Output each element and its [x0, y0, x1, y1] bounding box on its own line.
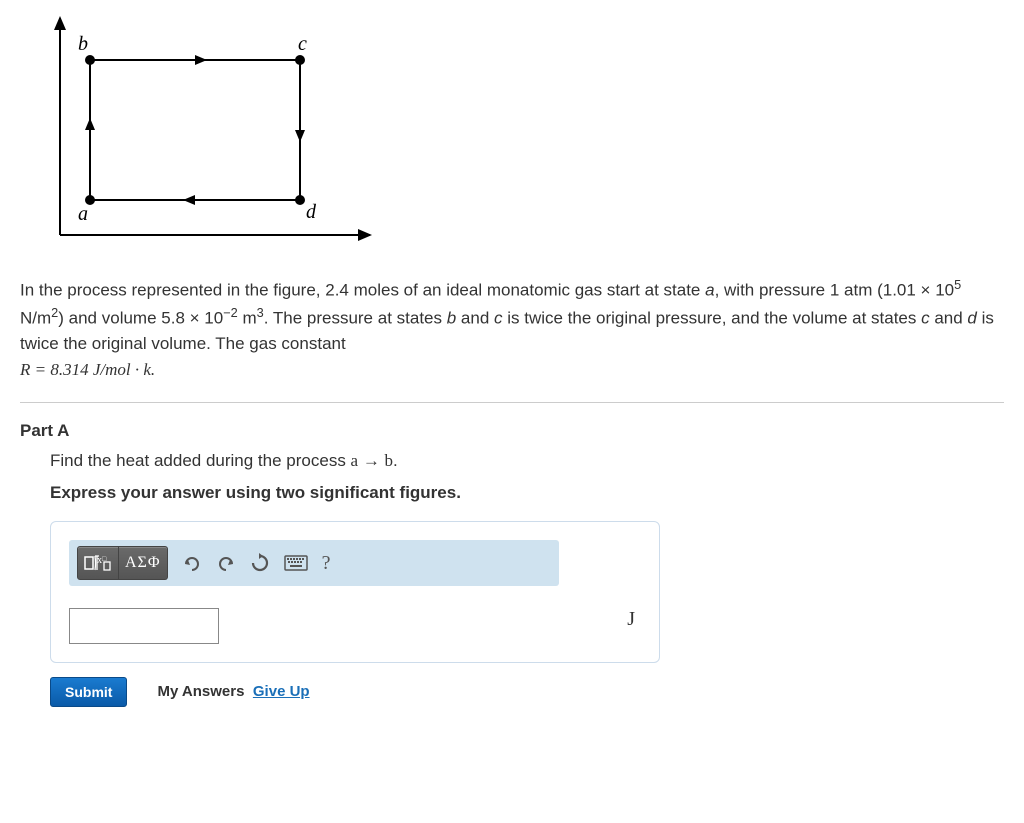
- greek-symbols-button[interactable]: ΑΣΦ: [119, 546, 168, 580]
- problem-statement: In the process represented in the figure…: [20, 275, 1004, 382]
- section-divider: [20, 402, 1004, 403]
- unit-label: J: [627, 608, 635, 631]
- process-figure: b c a d: [20, 10, 1004, 255]
- answer-instruction: Express your answer using two significan…: [50, 483, 1004, 503]
- pv-diagram-svg: b c a d: [20, 10, 380, 250]
- part-a-label: Part A: [20, 421, 1004, 441]
- answer-links: My Answers Give Up: [157, 683, 309, 701]
- label-c: c: [298, 33, 307, 55]
- template-tool-button[interactable]: x □: [77, 546, 119, 580]
- answer-box: x □ ΑΣΦ: [50, 521, 660, 663]
- redo-button[interactable]: [216, 548, 236, 578]
- label-b: b: [78, 33, 88, 55]
- submit-button[interactable]: Submit: [50, 677, 127, 707]
- give-up-link[interactable]: Give Up: [253, 683, 310, 700]
- answer-input[interactable]: [69, 608, 219, 644]
- undo-button[interactable]: [182, 548, 202, 578]
- my-answers-label: My Answers: [157, 683, 244, 700]
- equation-toolbar: x □ ΑΣΦ: [69, 540, 559, 586]
- label-d: d: [306, 201, 317, 223]
- label-a: a: [78, 203, 88, 225]
- part-a-prompt: Find the heat added during the process a…: [50, 451, 1004, 471]
- help-button[interactable]: ?: [322, 548, 331, 578]
- reset-button[interactable]: [250, 548, 270, 578]
- keyboard-button[interactable]: [284, 548, 308, 578]
